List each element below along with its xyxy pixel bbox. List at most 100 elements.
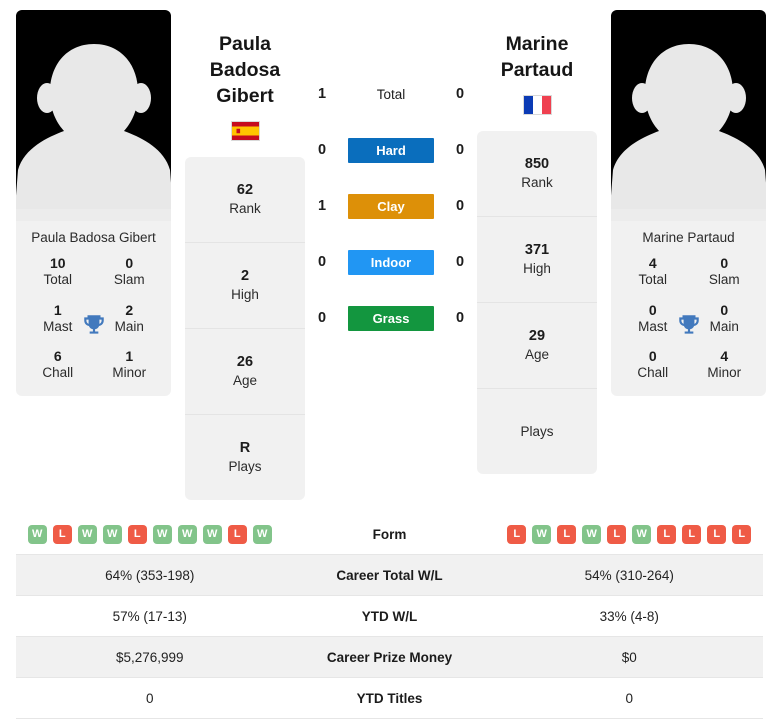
surface-badge-clay[interactable]: Clay <box>348 193 434 219</box>
head-to-head-comparison: Paula Badosa Gibert 10 Total 0 Slam 1 Ma… <box>0 0 779 500</box>
info-label: Age <box>524 346 550 362</box>
info-value: 26 <box>236 354 254 371</box>
form-cell-right: LWLWLWLLLL <box>495 513 763 556</box>
player-avatar-placeholder-icon <box>611 44 766 221</box>
form-badge-loss[interactable]: L <box>607 524 627 544</box>
player-avatar-right <box>611 10 766 221</box>
player-panel-left[interactable]: Paula Badosa Gibert 10 Total 0 Slam 1 Ma… <box>16 10 171 396</box>
player-info-card-right: 850 Rank 371 High 29 Age Plays <box>477 130 597 474</box>
value-right: 0 <box>495 677 763 719</box>
player-summary-left: Paula Badosa Gibert 62 Rank 2 High 26 Ag… <box>185 10 305 500</box>
form-badge-loss[interactable]: L <box>707 524 727 544</box>
info-value: 2 <box>240 268 250 285</box>
surface-row-grass: 0 Grass 0 <box>305 290 477 346</box>
row-label-career-total-wl: Career Total W/L <box>283 554 496 597</box>
value-left: 0 <box>16 677 284 719</box>
surface-row-indoor: 0 Indoor 0 <box>305 234 477 290</box>
form-badge-loss[interactable]: L <box>682 524 702 544</box>
form-badge-loss[interactable]: L <box>657 524 677 544</box>
trophy-icon <box>678 315 699 334</box>
form-badge-win[interactable]: W <box>152 524 172 544</box>
row-label-ytd-titles: YTD Titles <box>283 677 496 719</box>
info-row-high: 2 High <box>185 243 305 329</box>
player-comparison-table: WLWWLWWWLW Form LWLWLWLLLL 64% (353-198)… <box>16 513 763 719</box>
title-stat-slam: 0 Slam <box>689 255 761 289</box>
row-label-career-prize-money: Career Prize Money <box>283 636 496 679</box>
surface-breakdown: 1 Total 0 0 Hard 0 1 Clay 0 0 Indoor 0 0… <box>305 10 477 346</box>
title-stat-value: 0 <box>720 255 729 271</box>
surface-score-left: 1 <box>317 86 327 102</box>
row-label-form: Form <box>283 513 496 556</box>
title-stat-value: 0 <box>648 348 657 365</box>
surface-badge-hard[interactable]: Hard <box>348 137 434 163</box>
surface-score-right: 0 <box>455 86 465 102</box>
title-stat-label: Chall <box>42 365 74 381</box>
avatar-bottom-strip <box>16 209 171 221</box>
info-value: 29 <box>528 328 546 345</box>
title-stat-label: Total <box>43 272 73 288</box>
player-heading-line1: Paula Badosa <box>209 33 281 81</box>
surface-row-hard: 0 Hard 0 <box>305 122 477 178</box>
titles-grid-right: 4 Total 0 Slam 0 Mast 0 Main 0 Chall 4 M… <box>611 255 766 396</box>
title-stat-label: Slam <box>708 272 740 288</box>
player-avatar-placeholder-icon <box>16 44 171 221</box>
form-badge-win[interactable]: W <box>202 524 222 544</box>
player-heading-line2: Partaud <box>500 58 574 81</box>
title-stat-label: Minor <box>112 365 147 381</box>
player-name-right: Marine Partaud <box>642 230 735 245</box>
surface-row-clay: 1 Clay 0 <box>305 178 477 234</box>
title-stat-value: 10 <box>49 255 66 271</box>
info-row-age: 26 Age <box>185 329 305 415</box>
form-badge-win[interactable]: W <box>177 524 197 544</box>
avatar-bottom-strip <box>611 209 766 221</box>
title-stat-label: Slam <box>113 272 145 288</box>
form-badge-win[interactable]: W <box>27 524 47 544</box>
form-badge-loss[interactable]: L <box>227 524 247 544</box>
form-badge-loss[interactable]: L <box>732 524 752 544</box>
info-value: 371 <box>524 242 550 259</box>
form-badge-win[interactable]: W <box>532 524 552 544</box>
info-value: R <box>239 440 251 457</box>
surface-label-total: Total <box>376 86 406 102</box>
title-stat-value: 6 <box>53 348 62 365</box>
info-label: Plays <box>228 458 262 474</box>
surface-score-left: 0 <box>317 254 327 270</box>
value-left: $5,276,999 <box>16 636 284 679</box>
player-info-card-left: 62 Rank 2 High 26 Age R Plays <box>185 156 305 500</box>
form-badge-loss[interactable]: L <box>557 524 577 544</box>
player-heading-line2: Gibert <box>216 84 274 107</box>
form-badge-win[interactable]: W <box>582 524 602 544</box>
player-heading-line1: Marine <box>505 33 569 55</box>
titles-grid-left: 10 Total 0 Slam 1 Mast 2 Main 6 Chall 1 … <box>16 255 171 396</box>
title-stat-label: Total <box>638 272 668 288</box>
surface-score-left: 0 <box>317 310 327 326</box>
form-badge-loss[interactable]: L <box>127 524 147 544</box>
title-stat-total: 4 Total <box>617 255 689 289</box>
title-stat-value: 0 <box>125 255 134 271</box>
title-stat-value: 4 <box>720 348 729 365</box>
form-badge-win[interactable]: W <box>77 524 97 544</box>
surface-badge-grass[interactable]: Grass <box>348 305 434 331</box>
surface-score-right: 0 <box>455 198 465 214</box>
form-badge-loss[interactable]: L <box>52 524 72 544</box>
player-heading-right: Marine Partaud <box>501 32 574 84</box>
form-badge-win[interactable]: W <box>252 524 272 544</box>
form-badge-win[interactable]: W <box>102 524 122 544</box>
info-row-high: 371 High <box>477 217 597 303</box>
player-panel-right[interactable]: Marine Partaud 4 Total 0 Slam 0 Mast 0 M… <box>611 10 766 396</box>
form-badges-right: LWLWLWLLLL <box>497 524 763 544</box>
value-left: 64% (353-198) <box>16 554 284 597</box>
player-heading-left: Paula Badosa Gibert <box>185 32 305 110</box>
surface-badge-indoor[interactable]: Indoor <box>348 249 434 275</box>
form-badge-loss[interactable]: L <box>507 524 527 544</box>
title-stat-slam: 0 Slam <box>94 255 166 289</box>
table-row-ytd-titles: 0 YTD Titles 0 <box>16 677 763 719</box>
info-label: Plays <box>520 423 554 439</box>
info-row-plays: Plays <box>477 389 597 474</box>
info-value: 62 <box>236 182 254 199</box>
info-label: High <box>523 260 551 276</box>
form-badge-win[interactable]: W <box>632 524 652 544</box>
info-value: 850 <box>524 156 550 173</box>
info-row-rank: 62 Rank <box>185 157 305 243</box>
trophy-icon <box>83 315 104 334</box>
